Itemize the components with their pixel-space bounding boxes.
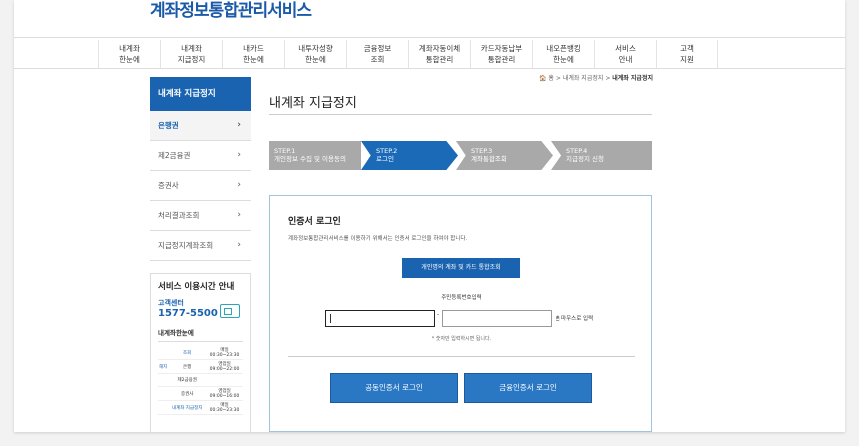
step-4: STEP.4 지급정지 신청 — [551, 141, 652, 170]
login-divider — [288, 356, 635, 357]
public-cert-login-button[interactable]: 공동인증서 로그인 — [330, 373, 458, 403]
chevron-right-icon: › — [237, 150, 241, 160]
table-row: 증권사 영업일 09:00~16:00 — [158, 386, 243, 401]
sidebar-title: 내계좌 지급정지 — [150, 77, 251, 111]
table-row: 제2금융권 — [158, 373, 243, 387]
service-hours-table: 조회 매일 00:30~23:30 해지 은행 영업일 09:00~22:00 제2금융권… — [158, 346, 243, 415]
gnb-item-auto-transfer[interactable]: 계좌자동이체 통합관리 — [408, 40, 470, 68]
table-row: 해지 은행 영업일 09:00~22:00 — [158, 359, 243, 374]
rrn-front-input[interactable] — [325, 310, 435, 327]
service-hours-panel: 서비스 이용시간 안내 고객센터 1577-5500 내계좌한눈에 조회 매일 00… — [150, 273, 251, 432]
chevron-right-icon: › — [237, 210, 241, 220]
gnb-item-my-accounts[interactable]: 내계좌 한눈에 — [98, 40, 160, 68]
step-indicator: STEP.1 개인정보 수집 및 이용동의 STEP.2 로그인 STEP.3 계좌통… — [269, 141, 652, 170]
sidebar-item-stopped-accounts[interactable]: 지급정지계좌조회 › — [150, 231, 251, 261]
numbers-only-hint: * 숫자만 입력하시면 됩니다. — [431, 336, 492, 342]
rrn-label: 주민등록번호입력 — [441, 295, 482, 301]
text-caret — [330, 314, 331, 323]
chevron-right-icon: › — [237, 120, 241, 130]
gnb-item-card-autopay[interactable]: 카드자동납부 통합관리 — [470, 40, 532, 68]
id-card-icon — [220, 304, 240, 318]
gnb-item-account-stop[interactable]: 내계좌 지급정지 — [160, 40, 222, 68]
service-subtitle: 내계좌한눈에 — [158, 327, 243, 342]
login-description: 계좌정보통합관리서비스를 이용하기 위해서는 인증서 로그인을 하여야 합니다. — [288, 236, 468, 242]
breadcrumb: 🏠 홈 > 내계좌 지급정지 > 내계좌 지급정지 — [539, 75, 653, 82]
step-2-active: STEP.2 로그인 — [361, 141, 458, 170]
sidebar: 내계좌 지급정지 은행권 › 제2금융권 › 증권사 › 처리결과조회 › 지급정지계좌… — [150, 77, 251, 261]
step-1: STEP.1 개인정보 수집 및 이용동의 — [269, 141, 361, 170]
service-hours-title: 서비스 이용시간 안내 — [158, 282, 235, 292]
breadcrumb-parent[interactable]: 내계좌 지급정지 — [563, 75, 604, 82]
cert-login-box: 인증서 로그인 계좌정보통합관리서비스를 이용하기 위해서는 인증서 로그인을 … — [269, 195, 652, 432]
sidebar-item-results[interactable]: 처리결과조회 › — [150, 201, 251, 231]
sidebar-item-2nd-finance[interactable]: 제2금융권 › — [150, 141, 251, 171]
mouse-input-toggle[interactable]: 🖱 마우스로 입력 — [556, 314, 593, 323]
title-divider — [269, 114, 652, 115]
gnb-item-open-banking[interactable]: 내오픈뱅킹 한눈에 — [532, 40, 594, 68]
breadcrumb-current: 내계좌 지급정지 — [612, 75, 653, 82]
page-title: 내계좌 지급정지 — [269, 96, 357, 111]
table-row: 내계좌 지급정지 매일 00:30~23:30 — [158, 400, 243, 415]
chevron-right-icon: › — [237, 240, 241, 250]
gnb-item-service-guide[interactable]: 서비스 안내 — [594, 40, 656, 68]
login-title: 인증서 로그인 — [288, 217, 341, 227]
rrn-dash: - — [437, 311, 440, 318]
sidebar-item-securities[interactable]: 증권사 › — [150, 171, 251, 201]
sidebar-item-bank[interactable]: 은행권 › — [150, 111, 251, 141]
global-nav: 내계좌 한눈에 내계좌 지급정지 내카드 한눈에 내투자성향 한눈에 금융정보 조회 계좌… — [14, 37, 845, 69]
rrn-back-input[interactable] — [442, 310, 552, 327]
table-row: 조회 매일 00:30~23:30 — [158, 346, 243, 360]
finance-cert-login-button[interactable]: 금융인증서 로그인 — [464, 373, 592, 403]
site-logo[interactable]: 계좌정보통합관리서비스 — [150, 0, 312, 21]
gnb-item-my-cards[interactable]: 내카드 한눈에 — [222, 40, 284, 68]
breadcrumb-home[interactable]: 🏠 홈 — [539, 75, 554, 82]
gnb-item-support[interactable]: 고객 지원 — [656, 40, 718, 68]
personal-account-card-lookup-button[interactable]: 개인명의 계좌 및 카드 통합조회 — [402, 258, 520, 278]
chevron-right-icon: › — [237, 180, 241, 190]
gnb-item-invest-profile[interactable]: 내투자성향 한눈에 — [284, 40, 346, 68]
step-3: STEP.3 계좌통합조회 — [456, 141, 553, 170]
page-frame: 계좌정보통합관리서비스 내계좌 한눈에 내계좌 지급정지 내카드 한눈에 내투자성향 한… — [14, 0, 845, 432]
gnb-item-finance-info[interactable]: 금융정보 조회 — [346, 40, 408, 68]
